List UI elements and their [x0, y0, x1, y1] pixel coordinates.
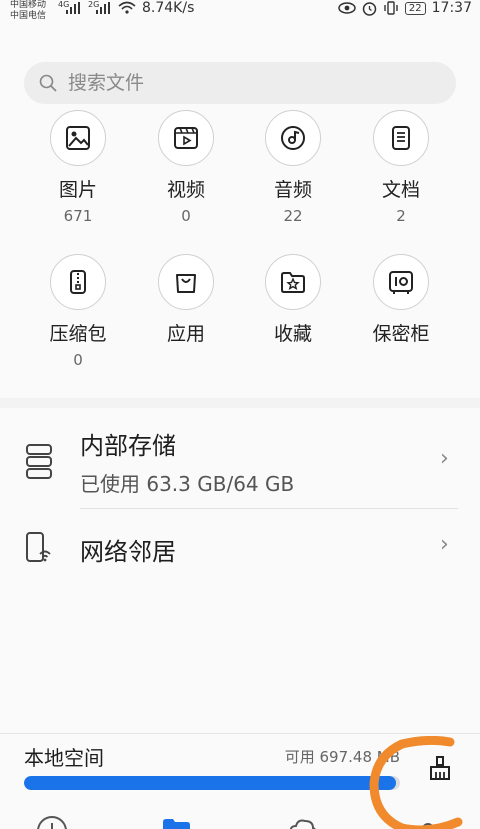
storage-progress-bar	[24, 776, 400, 790]
audio-icon	[265, 110, 321, 166]
image-icon	[50, 110, 106, 166]
person-icon	[422, 823, 434, 829]
divider	[80, 508, 458, 509]
tab-cloud[interactable]	[282, 814, 322, 829]
vibrate-icon	[384, 1, 398, 15]
category-favorites[interactable]: 收藏	[243, 254, 343, 346]
wifi-icon	[118, 1, 136, 14]
search-input[interactable]: 搜索文件	[24, 62, 456, 104]
eye-icon	[338, 2, 356, 14]
category-label: 应用	[166, 323, 205, 345]
clock: 17:37	[431, 0, 472, 16]
internal-storage-row[interactable]: 内部存储 已使用 63.3 GB/64 GB ›	[0, 408, 480, 508]
chevron-right-icon: ›	[440, 532, 449, 557]
storage-panel: 内部存储 已使用 63.3 GB/64 GB › 网络邻居 ›	[0, 408, 480, 733]
category-safe[interactable]: 保密柜	[351, 254, 451, 346]
status-right: 22 17:37	[338, 0, 472, 16]
safe-icon	[373, 254, 429, 310]
signal-icon	[66, 2, 80, 14]
category-count: 22	[283, 207, 303, 225]
category-count: 0	[181, 207, 191, 225]
signal-icon-2	[96, 2, 110, 14]
network-neighbors-row[interactable]: 网络邻居 ›	[0, 510, 480, 586]
internal-storage-title: 内部存储	[80, 432, 176, 460]
video-icon	[158, 110, 214, 166]
alarm-icon	[362, 1, 377, 16]
network-neighbors-title: 网络邻居	[80, 538, 176, 566]
bottom-tab-bar	[0, 800, 480, 829]
category-apps[interactable]: 应用	[136, 254, 236, 346]
search-placeholder: 搜索文件	[68, 72, 145, 94]
battery-level: 22	[404, 1, 426, 15]
tab-browse[interactable]	[156, 814, 196, 829]
category-count: 0	[73, 351, 83, 369]
category-label: 文档	[381, 179, 420, 201]
broom-icon	[430, 756, 450, 780]
storage-icon	[26, 444, 52, 479]
category-count: 671	[63, 207, 93, 225]
category-label: 压缩包	[49, 323, 107, 345]
category-documents[interactable]: 文档 2	[351, 110, 451, 226]
category-archives[interactable]: 压缩包 0	[28, 254, 128, 370]
storage-progress-fill	[24, 776, 396, 790]
carrier-1: 中国移动	[10, 0, 47, 10]
archive-icon	[50, 254, 106, 310]
status-bar: 中国移动 中国电信 4G 2G 8.74K/s 22 17:37	[0, 0, 480, 26]
category-label: 视频	[166, 179, 205, 201]
category-label: 保密柜	[372, 323, 430, 345]
cloud-icon	[289, 819, 316, 829]
category-panel: 搜索文件 图片 671 视频 0 音频 22 文档 2 压缩包 0 应用 收藏 …	[0, 26, 480, 398]
category-label: 收藏	[273, 323, 312, 345]
document-icon	[373, 110, 429, 166]
local-space-panel: 本地空间 可用 697.48 MB	[0, 733, 480, 829]
favorites-icon	[265, 254, 321, 310]
tab-recent[interactable]	[32, 814, 72, 829]
category-images[interactable]: 图片 671	[28, 110, 128, 226]
clock-icon	[37, 816, 67, 829]
tab-me[interactable]	[408, 814, 448, 829]
category-audio[interactable]: 音频 22	[243, 110, 343, 226]
net-speed: 8.74K/s	[142, 0, 195, 16]
search-icon	[39, 74, 57, 92]
folder-icon	[163, 819, 190, 829]
network-device-icon	[26, 532, 51, 562]
clean-button[interactable]	[418, 746, 462, 790]
local-space-title: 本地空间	[24, 746, 104, 770]
category-label: 音频	[273, 179, 312, 201]
category-videos[interactable]: 视频 0	[136, 110, 236, 226]
app-icon	[158, 254, 214, 310]
chevron-right-icon: ›	[440, 446, 449, 471]
category-count: 2	[396, 207, 406, 225]
internal-storage-usage: 已使用 63.3 GB/64 GB	[80, 472, 295, 496]
carrier-names: 中国移动 中国电信	[10, 0, 46, 22]
category-label: 图片	[58, 179, 97, 201]
local-space-free: 可用 697.48 MB	[284, 748, 400, 766]
carrier-2: 中国电信	[10, 11, 47, 21]
